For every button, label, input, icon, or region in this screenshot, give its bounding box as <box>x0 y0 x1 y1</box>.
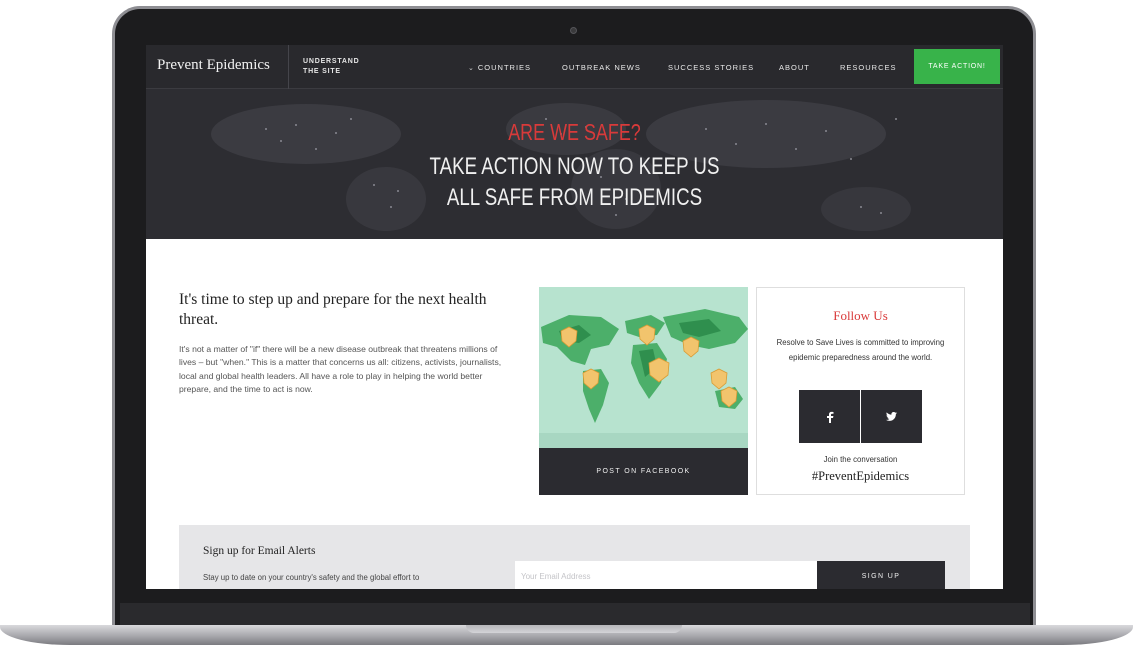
facebook-button[interactable] <box>799 390 860 443</box>
nav-item-resources[interactable]: RESOURCES <box>840 63 897 72</box>
hero-kicker: ARE WE SAFE? <box>508 119 641 145</box>
laptop-bezel <box>120 603 1030 627</box>
take-action-button[interactable]: TAKE ACTION! <box>914 49 1000 84</box>
intro-body: It's not a matter of "if" there will be … <box>179 344 502 395</box>
top-nav: Prevent Epidemics UNDERSTAND THE SITE ⌄ C… <box>146 45 1003 89</box>
nav-divider <box>288 45 289 89</box>
follow-us-title: Follow Us <box>833 308 888 323</box>
follow-us-description: Resolve to Save Lives is committed to im… <box>776 338 945 362</box>
twitter-icon <box>886 412 897 421</box>
email-alerts-title: Sign up for Email Alerts <box>203 545 316 557</box>
email-alerts-description: Stay up to date on your country's safety… <box>203 573 420 582</box>
facebook-icon <box>826 411 833 423</box>
nav-item-about[interactable]: ABOUT <box>779 63 810 72</box>
hero-banner: ARE WE SAFE? TAKE ACTION NOW TO KEEP US … <box>146 89 1003 239</box>
sign-up-button[interactable]: SIGN UP <box>817 561 945 589</box>
camera-icon <box>570 27 577 34</box>
nav-item-success-stories[interactable]: SUCCESS STORIES <box>668 63 754 72</box>
nav-item-countries[interactable]: ⌄ COUNTRIES <box>468 63 531 72</box>
email-field[interactable] <box>515 561 817 589</box>
understand-line-2: THE SITE <box>303 68 341 75</box>
screen: Prevent Epidemics UNDERSTAND THE SITE ⌄ C… <box>146 45 1003 589</box>
hashtag-link[interactable]: #PreventEpidemics <box>757 469 964 484</box>
nav-item-outbreak-news[interactable]: OUTBREAK NEWS <box>562 63 641 72</box>
hero-headline-line-1: TAKE ACTION NOW TO KEEP US <box>429 153 720 180</box>
intro-title: It's time to step up and prepare for the… <box>179 291 487 328</box>
hero-headline-line-2: ALL SAFE FROM EPIDEMICS <box>446 184 703 211</box>
email-alerts-section: Sign up for Email Alerts Stay up to date… <box>179 525 970 589</box>
site-logo[interactable]: Prevent Epidemics <box>157 57 270 74</box>
understand-the-site-link[interactable]: UNDERSTAND THE SITE <box>303 57 383 77</box>
chevron-down-icon: ⌄ <box>468 65 475 72</box>
world-map-shields-image <box>539 287 748 448</box>
join-conversation-text: Join the conversation <box>823 455 898 464</box>
nav-item-label: COUNTRIES <box>477 63 532 72</box>
map-share-card: POST ON FACEBOOK <box>539 287 748 495</box>
post-on-facebook-button[interactable]: POST ON FACEBOOK <box>539 448 748 495</box>
laptop-notch <box>466 625 682 633</box>
twitter-button[interactable] <box>861 390 922 443</box>
understand-line-1: UNDERSTAND <box>303 58 360 65</box>
follow-us-card: Follow Us Resolve to Save Lives is commi… <box>756 287 965 495</box>
